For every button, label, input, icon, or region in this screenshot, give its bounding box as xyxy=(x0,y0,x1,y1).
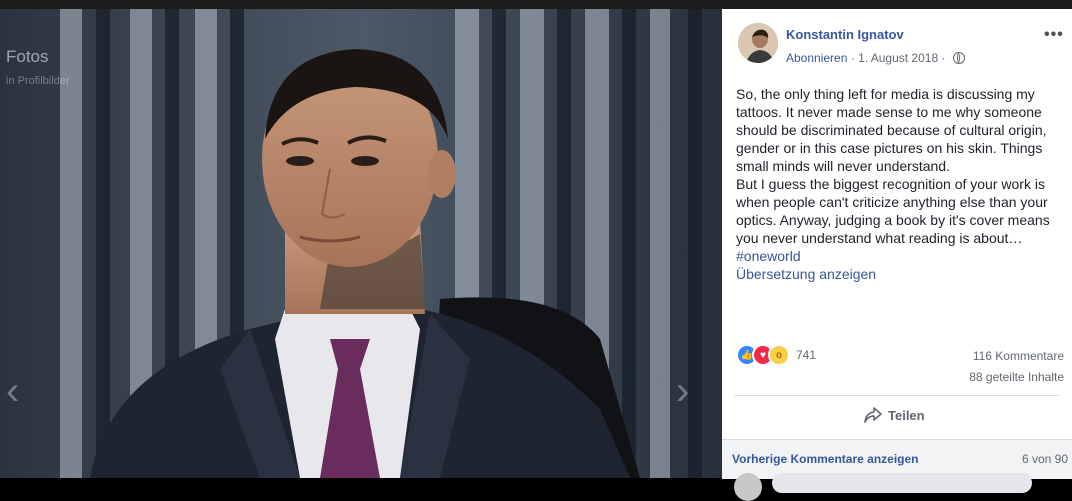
previous-photo-arrow-icon[interactable]: ‹ xyxy=(6,371,19,411)
album-subtitle: in Profilbilder xyxy=(6,75,70,87)
share-label: Teilen xyxy=(888,407,925,423)
author-avatar[interactable] xyxy=(738,23,778,63)
album-title: Fotos xyxy=(6,47,49,66)
post-date[interactable]: 1. August 2018 xyxy=(858,51,938,65)
portrait-photo xyxy=(0,9,722,478)
commenter-avatar[interactable] xyxy=(734,473,762,501)
share-button[interactable]: Teilen xyxy=(864,407,925,423)
post-panel: Konstantin Ignatov Abonnieren · 1. Augus… xyxy=(722,9,1072,501)
reactions-summary[interactable]: 👍 ♥ o 741 xyxy=(736,344,817,366)
post-text: So, the only thing left for media is dis… xyxy=(736,85,1066,283)
wow-icon: o xyxy=(768,344,790,366)
photo-viewer[interactable]: Fotos in Profilbilder ‹ › xyxy=(0,9,722,478)
post-paragraph-1: So, the only thing left for media is dis… xyxy=(736,86,1047,174)
reaction-count: 741 xyxy=(796,348,817,362)
post-meta: Abonnieren · 1. August 2018 · xyxy=(786,51,965,65)
post-paragraph-2: But I guess the biggest recognition of y… xyxy=(736,176,1050,246)
avatar-image xyxy=(738,23,778,63)
share-arrow-icon xyxy=(864,407,882,423)
comment-position: 6 von 90 xyxy=(1021,452,1068,466)
globe-icon[interactable] xyxy=(952,52,965,64)
comment-bubble xyxy=(772,473,1032,493)
shares-count-link[interactable]: 88 geteilte Inhalte xyxy=(969,370,1064,384)
hashtag-link[interactable]: #oneworld xyxy=(736,247,1066,265)
author-name-link[interactable]: Konstantin Ignatov xyxy=(786,27,904,42)
translate-link[interactable]: Übersetzung anzeigen xyxy=(736,265,1066,283)
meta-separator-2: · xyxy=(938,51,949,65)
divider xyxy=(734,395,1060,396)
subscribe-link[interactable]: Abonnieren xyxy=(786,51,847,65)
comments-section: Vorherige Kommentare anzeigen 6 von 90 xyxy=(722,439,1072,501)
meta-separator: · xyxy=(847,51,859,65)
more-options-icon[interactable]: ••• xyxy=(1044,26,1064,44)
next-photo-arrow-icon[interactable]: › xyxy=(676,371,689,411)
previous-comments-link[interactable]: Vorherige Kommentare anzeigen xyxy=(732,452,919,466)
comments-count-link[interactable]: 116 Kommentare xyxy=(973,349,1064,363)
top-bar xyxy=(0,0,1072,9)
